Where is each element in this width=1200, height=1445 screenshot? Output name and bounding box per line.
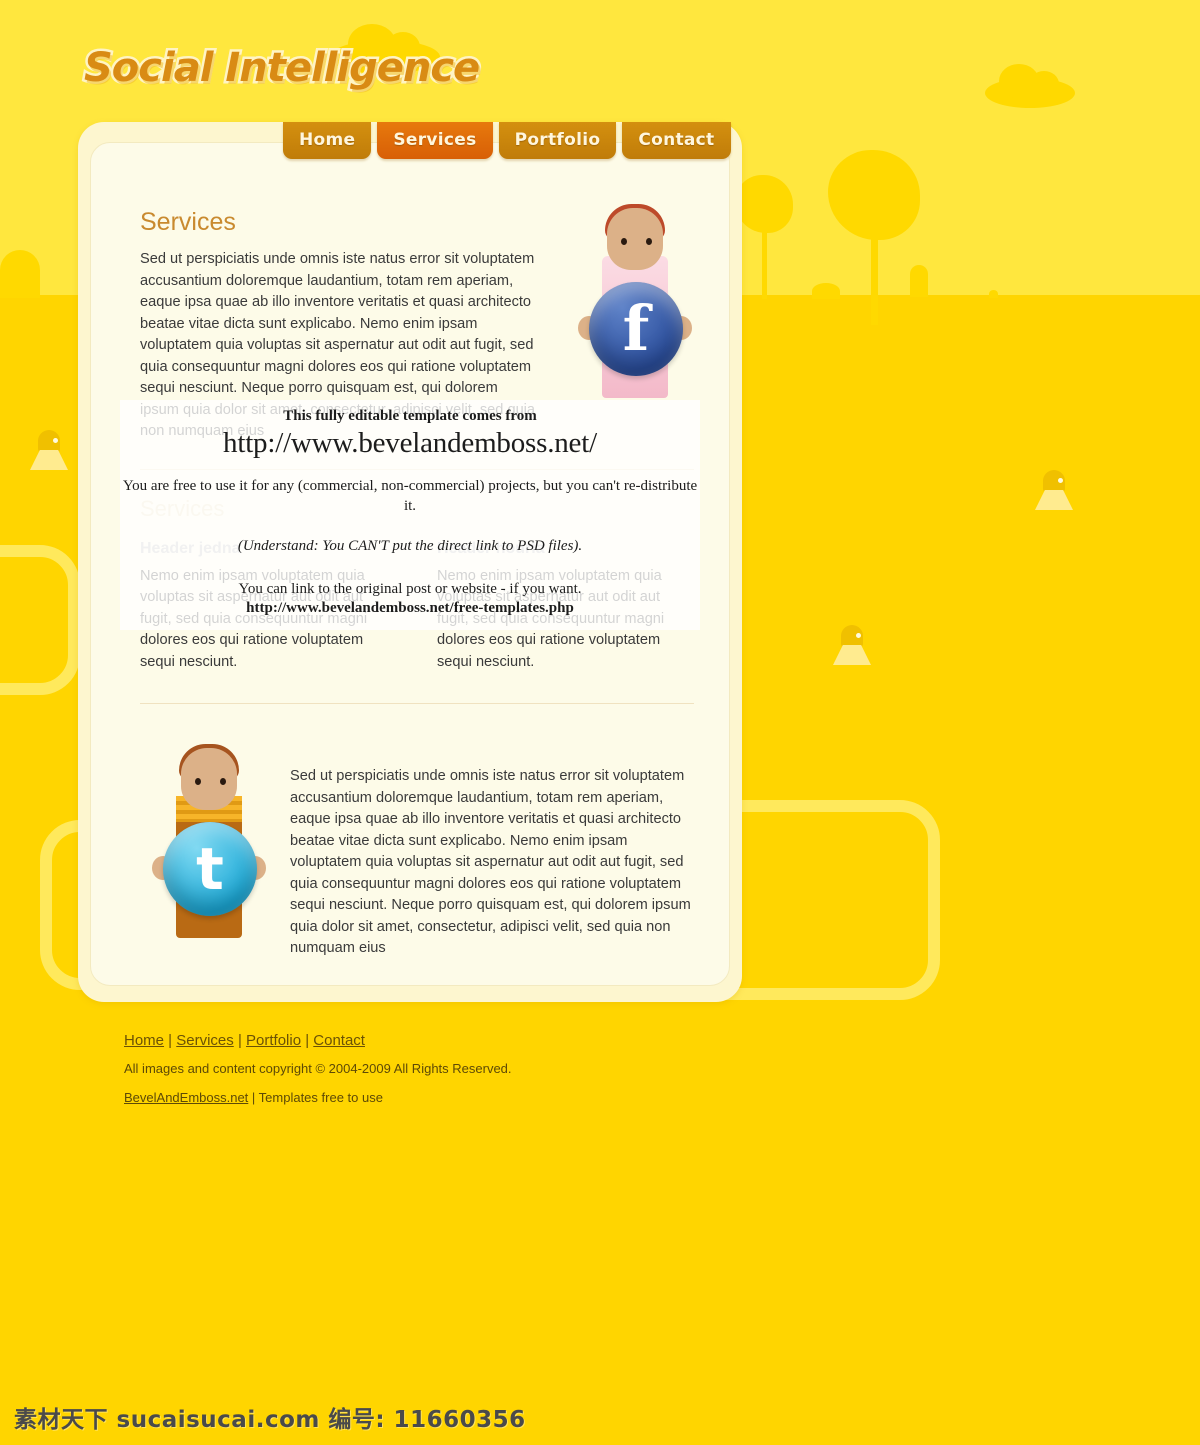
decorative-frame	[0, 545, 80, 695]
stock-site-watermark-bar: 素材天下 sucaisucai.com 编号: 11660356	[0, 1389, 1200, 1445]
facebook-glyph: f	[622, 292, 650, 366]
twitter-glyph: t	[196, 834, 224, 903]
footer-sep: |	[233, 1032, 247, 1049]
bush-icon	[0, 250, 40, 298]
twitter-icon: t	[163, 822, 257, 916]
footer-credit-rest: | Templates free to use	[248, 1090, 383, 1105]
column-right: Header hourla Nemo enim ipsam voluptatem…	[437, 540, 694, 674]
column-left-header: Header jedna	[140, 539, 241, 557]
nav-item-contact[interactable]: Contact	[622, 122, 731, 159]
nav-item-services[interactable]: Services	[377, 122, 493, 159]
section-subtitle: Services	[140, 495, 225, 521]
footer-credit: BevelAndEmboss.net | Templates free to u…	[124, 1090, 512, 1105]
facebook-icon: f	[589, 282, 683, 376]
stock-site-watermark-text: 素材天下 sucaisucai.com 编号: 11660356	[14, 1407, 526, 1433]
bush-icon	[812, 283, 840, 299]
main-navigation: Home Services Portfolio Contact	[283, 122, 731, 159]
footer-link-home[interactable]: Home	[124, 1032, 164, 1049]
cloud-icon	[985, 64, 1075, 108]
footer-credit-link[interactable]: BevelAndEmboss.net	[124, 1090, 248, 1105]
footer-link-portfolio[interactable]: Portfolio	[246, 1032, 301, 1049]
bush-icon	[910, 265, 928, 297]
nav-item-portfolio[interactable]: Portfolio	[498, 122, 617, 159]
media-section: t Sed ut perspiciatis unde omnis iste na…	[140, 740, 694, 960]
tree-icon	[735, 175, 795, 305]
bush-icon	[989, 290, 998, 298]
media-paragraph: Sed ut perspiciatis unde omnis iste natu…	[290, 768, 691, 956]
column-right-text: Nemo enim ipsam voluptatem quia voluptas…	[437, 567, 665, 670]
footer-link-services[interactable]: Services	[176, 1032, 234, 1049]
twitter-character-illustration: t	[150, 740, 268, 938]
footer-sep: |	[301, 1032, 314, 1049]
page-footer: Home | Services | Portfolio | Contact Al…	[124, 1032, 512, 1105]
footer-link-contact[interactable]: Contact	[313, 1032, 365, 1049]
column-left: Header jedna Nemo enim ipsam voluptatem …	[140, 540, 397, 674]
column-right-header: Header hourla	[437, 539, 545, 557]
tree-icon	[828, 150, 924, 325]
footer-copyright: All images and content copyright © 2004-…	[124, 1061, 512, 1076]
footer-sep: |	[164, 1032, 177, 1049]
column-left-text: Nemo enim ipsam voluptatem quia voluptas…	[140, 567, 368, 670]
page-content: Services Sed ut perspiciatis unde omnis …	[140, 204, 694, 960]
facebook-character-illustration: f	[576, 200, 694, 398]
nav-item-home[interactable]: Home	[283, 122, 372, 159]
intro-paragraph: Sed ut perspiciatis unde omnis iste natu…	[140, 251, 536, 439]
site-logo[interactable]: Social Intelligence	[81, 43, 482, 94]
footer-links: Home | Services | Portfolio | Contact	[124, 1032, 512, 1049]
content-divider	[140, 703, 694, 704]
two-column-section: Header jedna Nemo enim ipsam voluptatem …	[140, 540, 694, 674]
content-divider	[140, 468, 694, 470]
page-title: Services	[140, 208, 236, 236]
main-panel: Home Services Portfolio Contact Services…	[78, 122, 742, 1002]
